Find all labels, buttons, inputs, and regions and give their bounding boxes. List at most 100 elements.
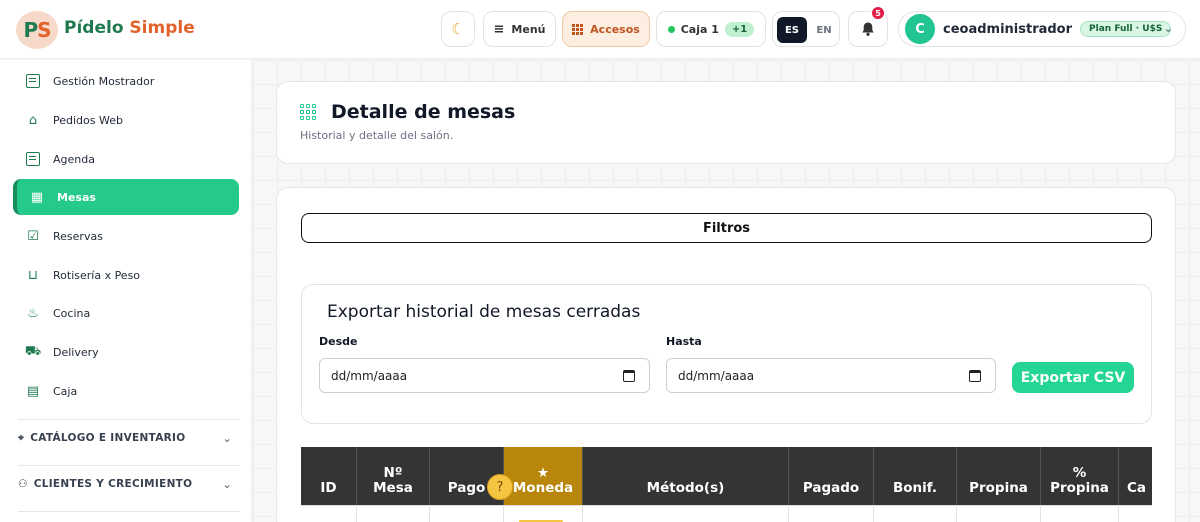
- column-header-moneda[interactable]: ★ Moneda: [504, 447, 583, 505]
- sidebar-item-cocina[interactable]: ♨ Cocina: [13, 295, 239, 331]
- user-menu-button[interactable]: C ceoadministrador Plan Full · U$S ⌄: [898, 11, 1186, 47]
- bell-icon: [862, 22, 874, 36]
- export-csv-button[interactable]: Exportar CSV: [1012, 362, 1134, 393]
- register-icon: [25, 73, 41, 89]
- apps-grid-icon: [572, 23, 584, 35]
- sidebar-item-label: Agenda: [53, 152, 95, 166]
- section-label: CLIENTES Y CRECIMIENTO: [33, 478, 193, 490]
- column-header-ca[interactable]: Ca: [1119, 447, 1152, 505]
- shopping-basket-icon: ⊔: [27, 267, 39, 283]
- table-cell: [789, 506, 874, 522]
- to-date-placeholder: dd/mm/aaaa: [678, 368, 755, 383]
- page-title: Detalle de mesas: [331, 101, 516, 123]
- brand-name[interactable]: Pídelo Simple: [64, 18, 195, 38]
- column-header-metodos[interactable]: Método(s): [583, 447, 789, 505]
- basket-icon: ⌂: [28, 112, 38, 128]
- notification-count-badge: 5: [871, 6, 885, 20]
- export-title: Exportar historial de mesas cerradas: [327, 302, 641, 322]
- sidebar-item-mesas[interactable]: ▦ Mesas: [13, 179, 239, 215]
- top-header: PS Pídelo Simple ☾ ≡ Menú Accesos Caja 1…: [0, 0, 1200, 59]
- brand-logo[interactable]: PS: [16, 11, 58, 49]
- sidebar-item-label: Pedidos Web: [53, 113, 123, 127]
- brand-name-part2: Simple: [129, 18, 195, 38]
- sidebar-item-reservas[interactable]: ☑ Reservas: [13, 218, 239, 254]
- caja-count-badge: +1: [724, 21, 755, 37]
- calendar-icon[interactable]: [623, 370, 635, 382]
- notebook-icon: [25, 151, 41, 167]
- to-date-input[interactable]: dd/mm/aaaa: [666, 358, 996, 393]
- brand-name-part1: Pídelo: [64, 18, 124, 38]
- menu-label: Menú: [511, 22, 546, 36]
- moon-icon: ☾: [451, 20, 465, 38]
- plan-badge: Plan Full · U$S: [1080, 21, 1172, 37]
- main-card: Filtros Exportar historial de mesas cerr…: [276, 187, 1176, 522]
- column-header-pagado[interactable]: Pagado: [789, 447, 874, 505]
- logo-letter-p: P: [23, 18, 38, 42]
- sidebar-divider: [18, 465, 240, 466]
- theme-toggle-button[interactable]: ☾: [441, 11, 475, 47]
- sidebar-item-delivery[interactable]: ⛟ Delivery: [13, 334, 239, 370]
- flame-icon: ♨: [27, 305, 39, 321]
- from-date-label: Desde: [319, 335, 358, 348]
- column-header-propina[interactable]: Propina: [957, 447, 1041, 505]
- sidebar: Gestión Mostrador ⌂ Pedidos Web Agenda ▦…: [0, 60, 252, 522]
- calendar-icon[interactable]: [969, 370, 981, 382]
- section-label: CATÁLOGO E INVENTARIO: [30, 432, 186, 444]
- table-cell: [301, 506, 357, 522]
- grid-icon: ▦: [30, 189, 44, 205]
- hamburger-icon: ≡: [493, 21, 505, 37]
- sidebar-item-label: Delivery: [53, 345, 99, 359]
- sidebar-section-catalogo[interactable]: ⌖ CATÁLOGO E INVENTARIO ⌄: [18, 423, 240, 453]
- column-header-bonif[interactable]: Bonif.: [874, 447, 957, 505]
- accesos-label: Accesos: [590, 22, 640, 36]
- users-icon: ⚇: [18, 478, 28, 490]
- thinking-face-icon: ?: [487, 474, 513, 500]
- logo-letter-s: S: [37, 18, 51, 42]
- sidebar-section-clientes[interactable]: ⚇ CLIENTES Y CRECIMIENTO ⌄: [18, 469, 240, 499]
- calendar-check-icon: ☑: [27, 228, 39, 244]
- grid-icon: [300, 104, 316, 120]
- mesas-table: ID Nº Mesa Pago ★ Moneda Método(s) Pagad…: [301, 447, 1152, 522]
- sidebar-item-agenda[interactable]: Agenda: [13, 141, 239, 177]
- table-cell: [874, 506, 957, 522]
- from-date-input[interactable]: dd/mm/aaaa: [319, 358, 650, 393]
- user-name: ceoadministrador: [943, 21, 1073, 37]
- accesos-button[interactable]: Accesos: [562, 11, 650, 47]
- export-panel: Exportar historial de mesas cerradas Des…: [301, 284, 1152, 424]
- page-header-card: Detalle de mesas Historial y detalle del…: [276, 81, 1176, 164]
- menu-button[interactable]: ≡ Menú: [483, 11, 556, 47]
- sidebar-item-pedidos-web[interactable]: ⌂ Pedidos Web: [13, 102, 239, 138]
- lang-en-button[interactable]: EN: [811, 17, 837, 43]
- status-dot-icon: [667, 25, 675, 33]
- column-header-mesa[interactable]: Nº Mesa: [357, 447, 430, 505]
- column-header-id[interactable]: ID: [301, 447, 357, 505]
- sidebar-item-label: Cocina: [53, 306, 91, 320]
- filters-toggle-button[interactable]: Filtros: [301, 213, 1152, 243]
- sidebar-item-label: Gestión Mostrador: [53, 74, 155, 88]
- language-switcher: ES EN: [772, 11, 840, 47]
- notifications-button[interactable]: 5: [848, 6, 888, 47]
- column-header-pct-propina[interactable]: % Propina: [1041, 447, 1119, 505]
- page-subtitle: Historial y detalle del salón.: [300, 129, 454, 142]
- caja-label: Caja 1: [680, 22, 719, 36]
- table-cell: [357, 506, 430, 522]
- chevron-down-icon: ⌄: [1163, 22, 1173, 35]
- table-cell: [1041, 506, 1119, 522]
- sidebar-item-caja[interactable]: ▤ Caja: [13, 373, 239, 409]
- sidebar-divider: [18, 419, 240, 420]
- avatar: C: [905, 14, 935, 44]
- sidebar-item-rotiseria[interactable]: ⊔ Rotisería x Peso: [13, 257, 239, 293]
- caja-selector-button[interactable]: Caja 1 +1: [656, 11, 766, 47]
- truck-icon: ⛟: [24, 343, 42, 359]
- table-cell: [583, 506, 789, 522]
- sidebar-divider: [18, 511, 240, 512]
- tag-icon: ⌖: [18, 431, 25, 444]
- table-cell: [430, 506, 504, 522]
- chevron-down-icon: ⌄: [222, 431, 232, 445]
- lang-es-button[interactable]: ES: [777, 17, 807, 43]
- cash-box-icon: ▤: [26, 383, 40, 399]
- sidebar-item-label: Reservas: [53, 229, 103, 243]
- table-row[interactable]: [301, 505, 1152, 522]
- table-header: ID Nº Mesa Pago ★ Moneda Método(s) Pagad…: [301, 447, 1152, 505]
- sidebar-item-gestion-mostrador[interactable]: Gestión Mostrador: [13, 63, 239, 99]
